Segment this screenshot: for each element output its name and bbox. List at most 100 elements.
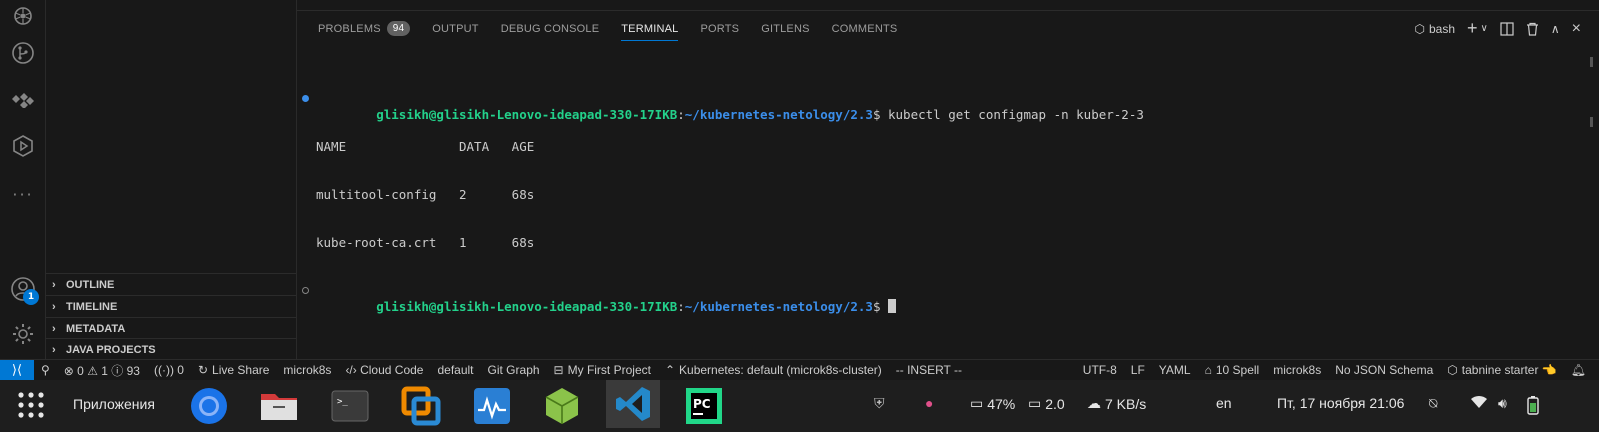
- tab-gitlens[interactable]: GITLENS: [750, 11, 820, 46]
- bottom-panel: PROBLEMS 94 OUTPUT DEBUG CONSOLE TERMINA…: [297, 10, 1599, 368]
- tray-keyboard-layout[interactable]: en: [1216, 395, 1232, 411]
- dock-pycharm[interactable]: PC: [682, 384, 726, 428]
- tray-battery[interactable]: [1526, 395, 1540, 415]
- tray-volume[interactable]: 🔊︎: [1498, 395, 1507, 412]
- live-share-icon: ↻: [197, 363, 209, 377]
- sidebar-section-label: JAVA PROJECTS: [66, 343, 156, 356]
- prompt-user: glisikh@glisikh-Lenovo-ideapad-330-17IKB: [376, 107, 678, 122]
- status-spell[interactable]: ⌂ 10 Spell: [1198, 363, 1267, 377]
- tab-terminal[interactable]: TERMINAL: [610, 11, 689, 46]
- sidebar-section-timeline[interactable]: › TIMELINE: [46, 295, 296, 317]
- cube-icon: [545, 388, 579, 424]
- command-decoration-icon: [302, 95, 309, 102]
- sidebar-section-label: OUTLINE: [66, 278, 115, 291]
- scrollbar-marker[interactable]: [1590, 57, 1593, 67]
- status-notifications[interactable]: 🔔︎: [1564, 363, 1593, 377]
- status-problems[interactable]: ⊗ 0 ⚠ 1 ⓘ 93: [57, 362, 147, 379]
- tray-security[interactable]: ⛨: [874, 395, 885, 412]
- dock-terminal[interactable]: >_: [328, 384, 372, 428]
- status-cloud-code[interactable]: ‹/› Cloud Code: [338, 363, 430, 377]
- tab-ports[interactable]: PORTS: [689, 11, 750, 46]
- terminal-icon: ⬡: [1414, 21, 1425, 36]
- dock-files[interactable]: [257, 384, 301, 428]
- apps-label[interactable]: Приложения: [73, 396, 155, 412]
- status-label: tabnine starter 👈: [1461, 363, 1557, 377]
- app-grid-icon: [18, 392, 44, 418]
- source-control-icon[interactable]: [9, 39, 37, 67]
- status-label: 10 Spell: [1215, 363, 1260, 377]
- sidebar-section-metadata[interactable]: › METADATA: [46, 317, 296, 339]
- app-grid-button[interactable]: [17, 391, 45, 419]
- spell-icon: ⌂: [1204, 363, 1212, 377]
- chevron-up-icon: ∧: [1550, 21, 1560, 36]
- tray-clock[interactable]: Пт, 17 ноября 21:06: [1277, 395, 1404, 411]
- remote-indicator[interactable]: ⟩⟨: [0, 359, 34, 381]
- status-project[interactable]: ⊟ My First Project: [547, 363, 658, 377]
- net-value: 7 KB/s: [1105, 395, 1147, 412]
- sidebar-section-outline[interactable]: › OUTLINE: [46, 273, 296, 295]
- chromium-icon: [191, 388, 227, 424]
- close-panel-button[interactable]: ×: [1572, 20, 1581, 38]
- tray-cpu[interactable]: ▭ 47%: [970, 395, 1015, 412]
- dock-vscode[interactable]: [606, 380, 660, 428]
- battery-icon: [1527, 396, 1539, 415]
- status-tabnine[interactable]: ⬡ tabnine starter 👈: [1440, 363, 1563, 377]
- settings-gear-icon[interactable]: [9, 320, 37, 348]
- status-k8s-context[interactable]: microk8s: [1266, 363, 1328, 377]
- tab-problems[interactable]: PROBLEMS 94: [307, 11, 421, 46]
- command-decoration-icon: [302, 287, 309, 294]
- status-json-schema[interactable]: No JSON Schema: [1328, 363, 1440, 377]
- dock-system-monitor[interactable]: [470, 384, 514, 428]
- dock-remmina[interactable]: [399, 384, 443, 428]
- tray-notifications-off[interactable]: ⍉: [1429, 395, 1437, 412]
- status-language[interactable]: YAML: [1152, 363, 1198, 377]
- status-microk8s[interactable]: microk8s: [276, 363, 338, 377]
- svg-text:>_: >_: [337, 397, 348, 407]
- tray-wifi[interactable]: [1470, 395, 1488, 409]
- status-eol[interactable]: LF: [1124, 363, 1152, 377]
- terminal-cursor: [888, 299, 896, 313]
- tab-comments[interactable]: COMMENTS: [821, 11, 909, 46]
- shield-icon: ⛨: [874, 395, 885, 411]
- scrollbar-marker[interactable]: [1590, 117, 1593, 127]
- status-vim-mode: -- INSERT --: [895, 363, 962, 377]
- plus-icon: +: [1467, 18, 1478, 38]
- status-ports[interactable]: ((·)) 0: [147, 363, 191, 377]
- kubernetes-icon[interactable]: [9, 2, 37, 30]
- prompt-separator: :: [677, 107, 685, 122]
- bell-icon: 🔔︎: [1570, 363, 1586, 377]
- status-run-errors[interactable]: ⚲: [34, 363, 57, 377]
- tab-output[interactable]: OUTPUT: [421, 11, 489, 46]
- status-live-share[interactable]: ↻ Live Share: [191, 363, 276, 377]
- status-encoding[interactable]: UTF-8: [1076, 363, 1124, 377]
- bell-off-icon: ⍉: [1429, 395, 1438, 411]
- extensions-diamond-icon[interactable]: [9, 86, 37, 114]
- status-git-graph[interactable]: Git Graph: [481, 363, 547, 377]
- side-bar: › OUTLINE › TIMELINE › METADATA › JAVA P…: [46, 0, 297, 368]
- tray-load[interactable]: ▭ 2.0: [1028, 395, 1065, 412]
- run-debug-icon[interactable]: [9, 132, 37, 160]
- sidebar-section-label: TIMELINE: [66, 300, 118, 313]
- sidebar-section-label: METADATA: [66, 322, 126, 335]
- sidebar-section-java-projects[interactable]: › JAVA PROJECTS: [46, 338, 296, 360]
- terminal-shell-selector[interactable]: ⬡ bash: [1415, 22, 1456, 36]
- tray-network-speed[interactable]: ☁ 7 KB/s: [1087, 395, 1146, 412]
- split-icon: [1500, 21, 1514, 36]
- project-icon: ⊟: [553, 363, 564, 377]
- tab-debug-console[interactable]: DEBUG CONSOLE: [490, 11, 611, 46]
- terminal-prompt-line: glisikh@glisikh-Lenovo-ideapad-330-17IKB…: [302, 283, 1144, 314]
- maximize-panel-button[interactable]: ∧: [1551, 22, 1560, 36]
- split-terminal-button[interactable]: [1500, 21, 1514, 36]
- new-terminal-button[interactable]: + ∨: [1467, 18, 1488, 39]
- tabnine-icon: ⬡: [1447, 363, 1458, 377]
- dock-cube-app[interactable]: [540, 384, 584, 428]
- kill-terminal-button[interactable]: [1526, 22, 1539, 36]
- cpu-value: 47%: [987, 395, 1016, 412]
- status-default[interactable]: default: [430, 363, 480, 377]
- terminal-output[interactable]: glisikh@glisikh-Lenovo-ideapad-330-17IKB…: [302, 59, 1144, 331]
- status-kubernetes[interactable]: ⌃ Kubernetes: default (microk8s-cluster): [658, 363, 889, 377]
- tray-fire-app[interactable]: ●: [925, 395, 933, 411]
- more-icon[interactable]: ···: [9, 180, 37, 208]
- dock-chromium[interactable]: [187, 384, 231, 428]
- prompt-path: ~/kubernetes-netology/2.3: [684, 299, 873, 314]
